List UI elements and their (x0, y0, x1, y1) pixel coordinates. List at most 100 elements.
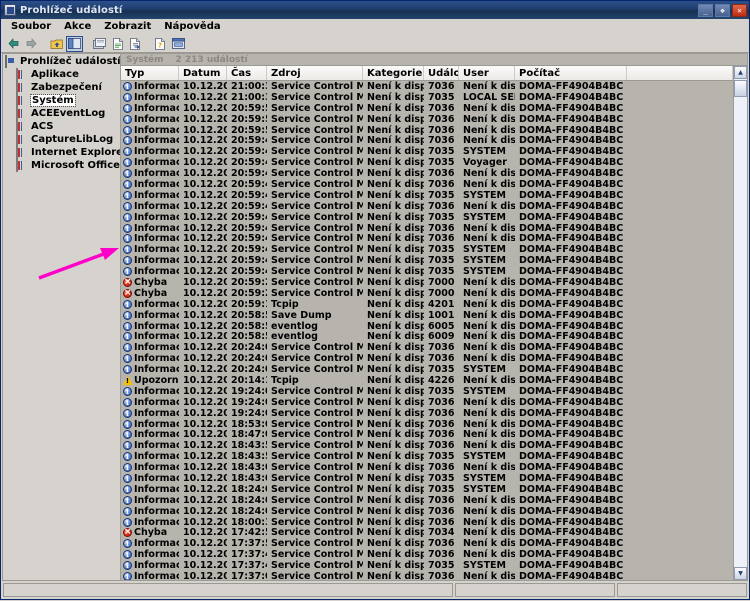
table-row[interactable]: Informace10.12.201520:24:00Service Contr… (121, 342, 733, 353)
table-row[interactable]: Informace10.12.201520:59:13TcpipNení k d… (121, 299, 733, 310)
cell-zdroj: Service Control Manager (267, 288, 363, 299)
table-row[interactable]: Chyba10.12.201520:59:29Service Control M… (121, 277, 733, 288)
sidebar-item-aceeventlog[interactable]: ACEEventLog (3, 107, 120, 120)
table-row[interactable]: Informace10.12.201519:24:00Service Contr… (121, 408, 733, 419)
table-row[interactable]: Informace10.12.201519:24:00Service Contr… (121, 386, 733, 397)
table-row[interactable]: Informace10.12.201520:59:51Service Contr… (121, 114, 733, 125)
table-row[interactable]: Informace10.12.201521:00:38Service Contr… (121, 92, 733, 103)
table-row[interactable]: Informace10.12.201518:24:00Service Contr… (121, 506, 733, 517)
table-row[interactable]: Informace10.12.201520:59:45Service Contr… (121, 233, 733, 244)
sidebar-item-system[interactable]: Systém (3, 94, 120, 107)
cell-pocitac: DOMA-FF4904B4BC (515, 157, 627, 168)
column-header-row: TypDatumČasZdrojKategorieUdálostUserPočí… (121, 66, 733, 81)
close-button[interactable]: ✕ (732, 4, 747, 17)
table-row[interactable]: Informace10.12.201517:37:41Service Contr… (121, 549, 733, 560)
sidebar-item-acs[interactable]: ACS (3, 120, 120, 133)
cell-zdroj: Service Control Manager (267, 397, 363, 408)
table-row[interactable]: Informace10.12.201520:59:45Service Contr… (121, 212, 733, 223)
column-header-zdroj[interactable]: Zdroj (267, 66, 363, 80)
column-header-typ[interactable]: Typ (121, 66, 179, 80)
menu-napoveda[interactable]: Nápověda (158, 20, 227, 33)
scroll-down-button[interactable]: ▼ (734, 567, 747, 580)
show-hide-tree-icon[interactable] (66, 36, 83, 52)
table-row[interactable]: Informace10.12.201518:43:51Service Contr… (121, 440, 733, 451)
table-row[interactable]: Informace10.12.201519:24:00Service Contr… (121, 397, 733, 408)
cell-udalost: 7000 (424, 288, 459, 299)
table-row[interactable]: Informace10.12.201520:59:46Service Contr… (121, 179, 733, 190)
table-row[interactable]: Upozornění10.12.201520:14:17TcpipNení k … (121, 375, 733, 386)
table-row[interactable]: Informace10.12.201518:47:02Service Contr… (121, 430, 733, 441)
cell-kategorie: Není k dispozici (363, 135, 424, 146)
cell-cas: 20:24:00 (227, 364, 267, 375)
table-row[interactable]: Informace10.12.201518:24:00Service Contr… (121, 495, 733, 506)
table-row[interactable]: Informace10.12.201520:59:48Service Contr… (121, 135, 733, 146)
restore-button[interactable]: ❖ (715, 4, 730, 17)
table-row[interactable]: Informace10.12.201520:24:00Service Contr… (121, 364, 733, 375)
sidebar-item-aplikace[interactable]: Aplikace (3, 68, 120, 81)
scrollbar-track[interactable] (734, 97, 747, 567)
back-icon[interactable] (5, 36, 22, 52)
column-header-udalost[interactable]: Událost (424, 66, 459, 80)
menu-akce[interactable]: Akce (58, 20, 98, 33)
menu-zobrazit[interactable]: Zobrazit (98, 20, 158, 33)
table-row[interactable]: Informace10.12.201520:59:45Service Contr… (121, 244, 733, 255)
cell-cas: 21:00:38 (227, 81, 267, 92)
scroll-up-button[interactable]: ▲ (734, 66, 747, 79)
cell-user: SYSTEM (459, 244, 515, 255)
help-icon[interactable]: ? (152, 36, 169, 52)
refresh-icon[interactable] (170, 36, 187, 52)
new-document-icon[interactable] (109, 36, 126, 52)
table-row[interactable]: Informace10.12.201520:59:46Service Contr… (121, 157, 733, 168)
sidebar-item-internet-explorer[interactable]: Internet Explorer (3, 146, 120, 159)
table-row[interactable]: Informace10.12.201520:59:45Service Contr… (121, 266, 733, 277)
table-row[interactable]: Informace10.12.201518:43:00Service Contr… (121, 473, 733, 484)
cell-pocitac: DOMA-FF4904B4BC (515, 517, 627, 528)
tree-root-item[interactable]: Prohlížeč událostí (místní) (3, 55, 120, 68)
table-row[interactable]: Informace10.12.201518:43:51Service Contr… (121, 451, 733, 462)
table-row[interactable]: Informace10.12.201517:37:00Service Contr… (121, 571, 733, 580)
menu-soubor[interactable]: Soubor (5, 20, 58, 33)
minimize-button[interactable]: _ (698, 4, 713, 17)
table-row[interactable]: Informace10.12.201520:58:54eventlogNení … (121, 321, 733, 332)
up-one-level-icon[interactable] (48, 36, 65, 52)
table-row[interactable]: Informace10.12.201520:59:45Service Contr… (121, 255, 733, 266)
scrollbar-thumb[interactable] (734, 80, 747, 97)
column-header-pocitac[interactable]: Počítač (515, 66, 627, 80)
table-row[interactable]: Informace10.12.201520:58:55Save DumpNení… (121, 310, 733, 321)
table-row[interactable]: Informace10.12.201520:59:46Service Contr… (121, 168, 733, 179)
sidebar-item-zabezpeceni[interactable]: Zabezpečení (3, 81, 120, 94)
table-row[interactable]: Informace10.12.201520:59:48Service Contr… (121, 146, 733, 157)
cell-cas: 18:43:51 (227, 440, 267, 451)
table-row[interactable]: Informace10.12.201520:24:00Service Contr… (121, 353, 733, 364)
title-bar[interactable]: Prohlížeč událostí _ ❖ ✕ (1, 1, 749, 19)
column-header-cas[interactable]: Čas (227, 66, 267, 80)
table-row[interactable]: Informace10.12.201520:59:50Service Contr… (121, 125, 733, 136)
cell-udalost: 7035 (424, 146, 459, 157)
table-row[interactable]: Informace10.12.201518:24:00Service Contr… (121, 484, 733, 495)
table-row[interactable]: Informace10.12.201518:53:04Service Contr… (121, 419, 733, 430)
column-header-kategorie[interactable]: Kategorie (363, 66, 424, 80)
table-row[interactable]: Informace10.12.201517:37:41Service Contr… (121, 560, 733, 571)
cell-kategorie: Není k dispozici (363, 255, 424, 266)
table-row[interactable]: Informace10.12.201518:00:36Service Contr… (121, 517, 733, 528)
info-severity-icon (123, 441, 132, 450)
table-row[interactable]: Informace10.12.201520:58:54eventlogNení … (121, 331, 733, 342)
table-row[interactable]: Chyba10.12.201517:42:58Service Control M… (121, 528, 733, 539)
sidebar-item-microsoft-office-alerts[interactable]: Microsoft Office Alerts (3, 159, 120, 172)
export-list-icon[interactable] (127, 36, 144, 52)
vertical-scrollbar[interactable]: ▲ ▼ (733, 66, 747, 580)
properties-icon[interactable] (91, 36, 108, 52)
table-row[interactable]: Informace10.12.201518:43:00Service Contr… (121, 462, 733, 473)
table-row[interactable]: Informace10.12.201520:59:45Service Contr… (121, 223, 733, 234)
table-row[interactable]: Informace10.12.201521:00:38Service Contr… (121, 81, 733, 92)
column-header-pad[interactable] (627, 66, 733, 80)
table-row[interactable]: Informace10.12.201520:59:46Service Contr… (121, 190, 733, 201)
column-header-datum[interactable]: Datum (179, 66, 227, 80)
column-header-user[interactable]: User (459, 66, 515, 80)
table-row[interactable]: Informace10.12.201517:37:53Service Contr… (121, 538, 733, 549)
table-row[interactable]: Chyba10.12.201520:59:29Service Control M… (121, 288, 733, 299)
table-row[interactable]: Informace10.12.201520:59:46Service Contr… (121, 201, 733, 212)
table-row[interactable]: Informace10.12.201520:59:54Service Contr… (121, 103, 733, 114)
forward-icon[interactable] (23, 36, 40, 52)
sidebar-item-capturelibloq[interactable]: CaptureLibLog (3, 133, 120, 146)
